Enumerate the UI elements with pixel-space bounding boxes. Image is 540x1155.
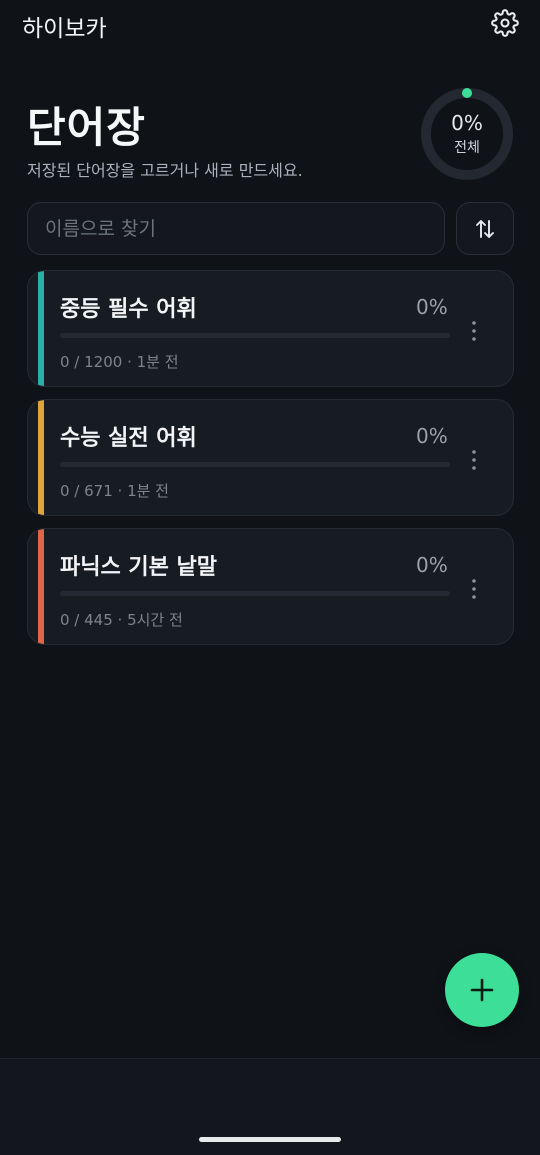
settings-button[interactable]: [488, 6, 522, 40]
deck-meta: 0 / 1200 · 1분 전: [60, 353, 179, 371]
search-box: [27, 202, 445, 255]
deck-title: 중등 필수 어휘: [60, 297, 197, 322]
overall-percent: 0%: [451, 111, 483, 135]
deck-percent: 0%: [416, 553, 448, 577]
page-subtitle: 저장된 단어장을 고르거나 새로 만드세요.: [27, 161, 303, 180]
deck-meta: 0 / 445 · 5시간 전: [60, 611, 183, 629]
deck-card[interactable]: 파닉스 기본 낱말 0% 0 / 445 · 5시간 전: [27, 528, 514, 645]
plus-icon: [470, 978, 494, 1002]
more-vertical-icon: [472, 450, 476, 470]
more-vertical-icon: [472, 579, 476, 599]
deck-percent: 0%: [416, 295, 448, 319]
deck-title: 수능 실전 어휘: [60, 426, 197, 451]
sort-button[interactable]: [456, 202, 514, 255]
search-input[interactable]: [45, 217, 444, 240]
deck-accent-bar: [38, 271, 44, 386]
top-bar: 하이보카: [0, 0, 540, 50]
home-indicator[interactable]: [199, 1137, 341, 1142]
sort-arrows-icon: [476, 219, 494, 238]
more-vertical-icon: [472, 321, 476, 341]
deck-percent: 0%: [416, 424, 448, 448]
add-deck-button[interactable]: [445, 953, 519, 1027]
deck-meta: 0 / 671 · 1분 전: [60, 482, 169, 500]
overall-progress-text: 0% 전체: [419, 86, 515, 182]
deck-more-button[interactable]: [460, 444, 488, 476]
app-title: 하이보카: [22, 16, 107, 42]
deck-title: 파닉스 기본 낱말: [60, 555, 217, 580]
overall-progress-ring: 0% 전체: [419, 86, 515, 182]
page-title: 단어장: [27, 103, 146, 152]
gear-icon: [491, 9, 519, 37]
deck-progress-track: [60, 591, 450, 596]
deck-progress-track: [60, 462, 450, 467]
deck-accent-bar: [38, 529, 44, 644]
app-screen: 하이보카 단어장 저장된 단어장을 고르거나 새로 만드세요. 0% 전체 중등: [0, 0, 540, 1155]
deck-accent-bar: [38, 400, 44, 515]
deck-card[interactable]: 수능 실전 어휘 0% 0 / 671 · 1분 전: [27, 399, 514, 516]
deck-more-button[interactable]: [460, 573, 488, 605]
deck-more-button[interactable]: [460, 315, 488, 347]
deck-card[interactable]: 중등 필수 어휘 0% 0 / 1200 · 1분 전: [27, 270, 514, 387]
deck-progress-track: [60, 333, 450, 338]
overall-label: 전체: [454, 140, 480, 156]
